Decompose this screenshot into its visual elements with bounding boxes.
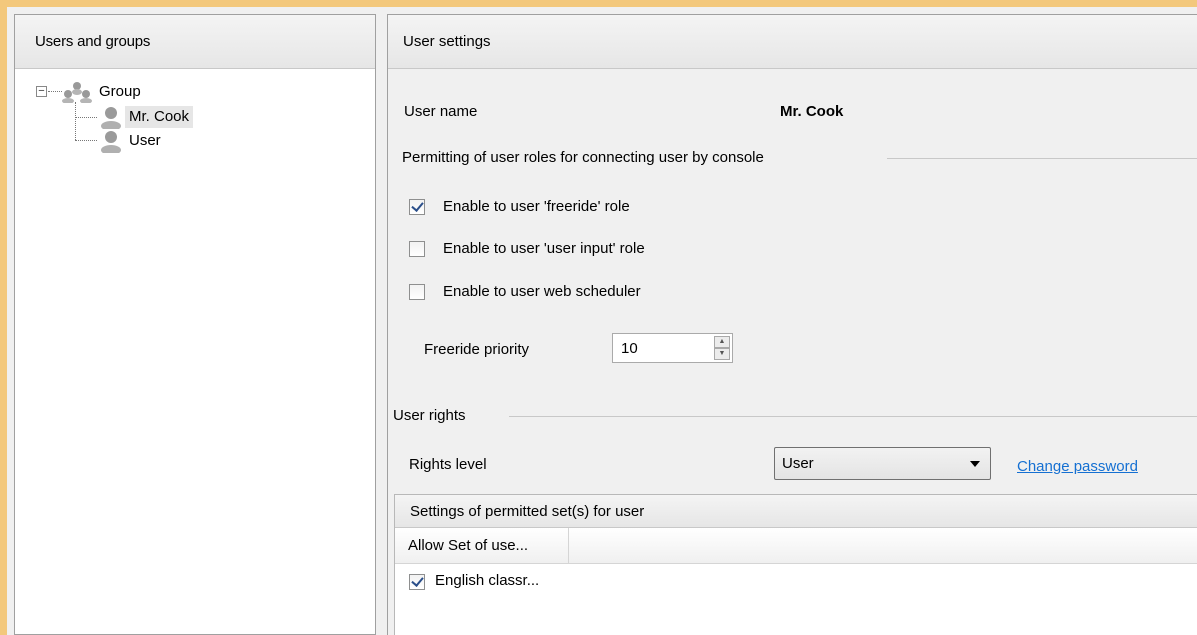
user-name-label: User name xyxy=(404,103,478,120)
grid-header: Allow Set of use... xyxy=(395,528,1197,564)
section-divider xyxy=(509,416,1197,417)
permitted-sets-header: Settings of permitted set(s) for user xyxy=(395,495,1197,528)
tree-collapse-icon[interactable]: − xyxy=(36,86,47,97)
change-password-link[interactable]: Change password xyxy=(1017,458,1138,475)
freeride-priority-stepper[interactable]: ▲ ▼ xyxy=(612,333,733,363)
web-scheduler-label[interactable]: Enable to user web scheduler xyxy=(443,283,641,300)
user-icon xyxy=(101,131,121,153)
user-input-role-label[interactable]: Enable to user 'user input' role xyxy=(443,240,645,257)
english-classroom-label: English classr... xyxy=(435,572,540,589)
table-row[interactable]: English classr... xyxy=(395,565,1197,599)
tree-connector xyxy=(75,102,76,140)
freeride-role-label[interactable]: Enable to user 'freeride' role xyxy=(443,198,630,215)
freeride-role-checkbox[interactable] xyxy=(409,199,425,215)
section-divider xyxy=(887,158,1197,159)
dropdown-arrow-icon xyxy=(970,461,980,467)
users-groups-panel: Users and groups − Group Mr. Cook User xyxy=(14,14,376,635)
rights-level-value: User xyxy=(782,455,814,472)
users-tree: − Group Mr. Cook User xyxy=(15,69,375,629)
tree-user-mr-cook[interactable]: Mr. Cook xyxy=(125,106,194,128)
user-input-role-checkbox[interactable] xyxy=(409,241,425,257)
freeride-priority-label: Freeride priority xyxy=(424,341,530,358)
user-name-value: Mr. Cook xyxy=(780,103,844,120)
rights-level-label: Rights level xyxy=(409,456,487,473)
tree-connector xyxy=(75,117,97,118)
group-icon xyxy=(62,82,92,103)
roles-section-title: Permitting of user roles for connecting … xyxy=(402,149,764,166)
spin-buttons: ▲ ▼ xyxy=(714,336,730,360)
rights-level-select[interactable]: User xyxy=(774,447,991,480)
user-settings-header: User settings xyxy=(388,15,1197,69)
tree-connector xyxy=(48,91,62,92)
tree-connector xyxy=(75,140,97,141)
permitted-sets-panel: Settings of permitted set(s) for user Al… xyxy=(394,494,1197,635)
english-classroom-checkbox[interactable] xyxy=(409,574,425,590)
web-scheduler-checkbox[interactable] xyxy=(409,284,425,300)
users-groups-header: Users and groups xyxy=(15,15,375,69)
spin-up-icon[interactable]: ▲ xyxy=(714,336,730,348)
rights-section-title: User rights xyxy=(393,407,466,424)
tree-group-label[interactable]: Group xyxy=(95,80,145,104)
user-icon xyxy=(101,107,121,129)
tree-user-user[interactable]: User xyxy=(125,130,165,152)
freeride-priority-input[interactable] xyxy=(621,335,711,361)
spin-down-icon[interactable]: ▼ xyxy=(714,348,730,360)
allow-set-column-header[interactable]: Allow Set of use... xyxy=(395,528,569,564)
user-settings-panel: User settings User name Mr. Cook Permitt… xyxy=(387,14,1197,635)
